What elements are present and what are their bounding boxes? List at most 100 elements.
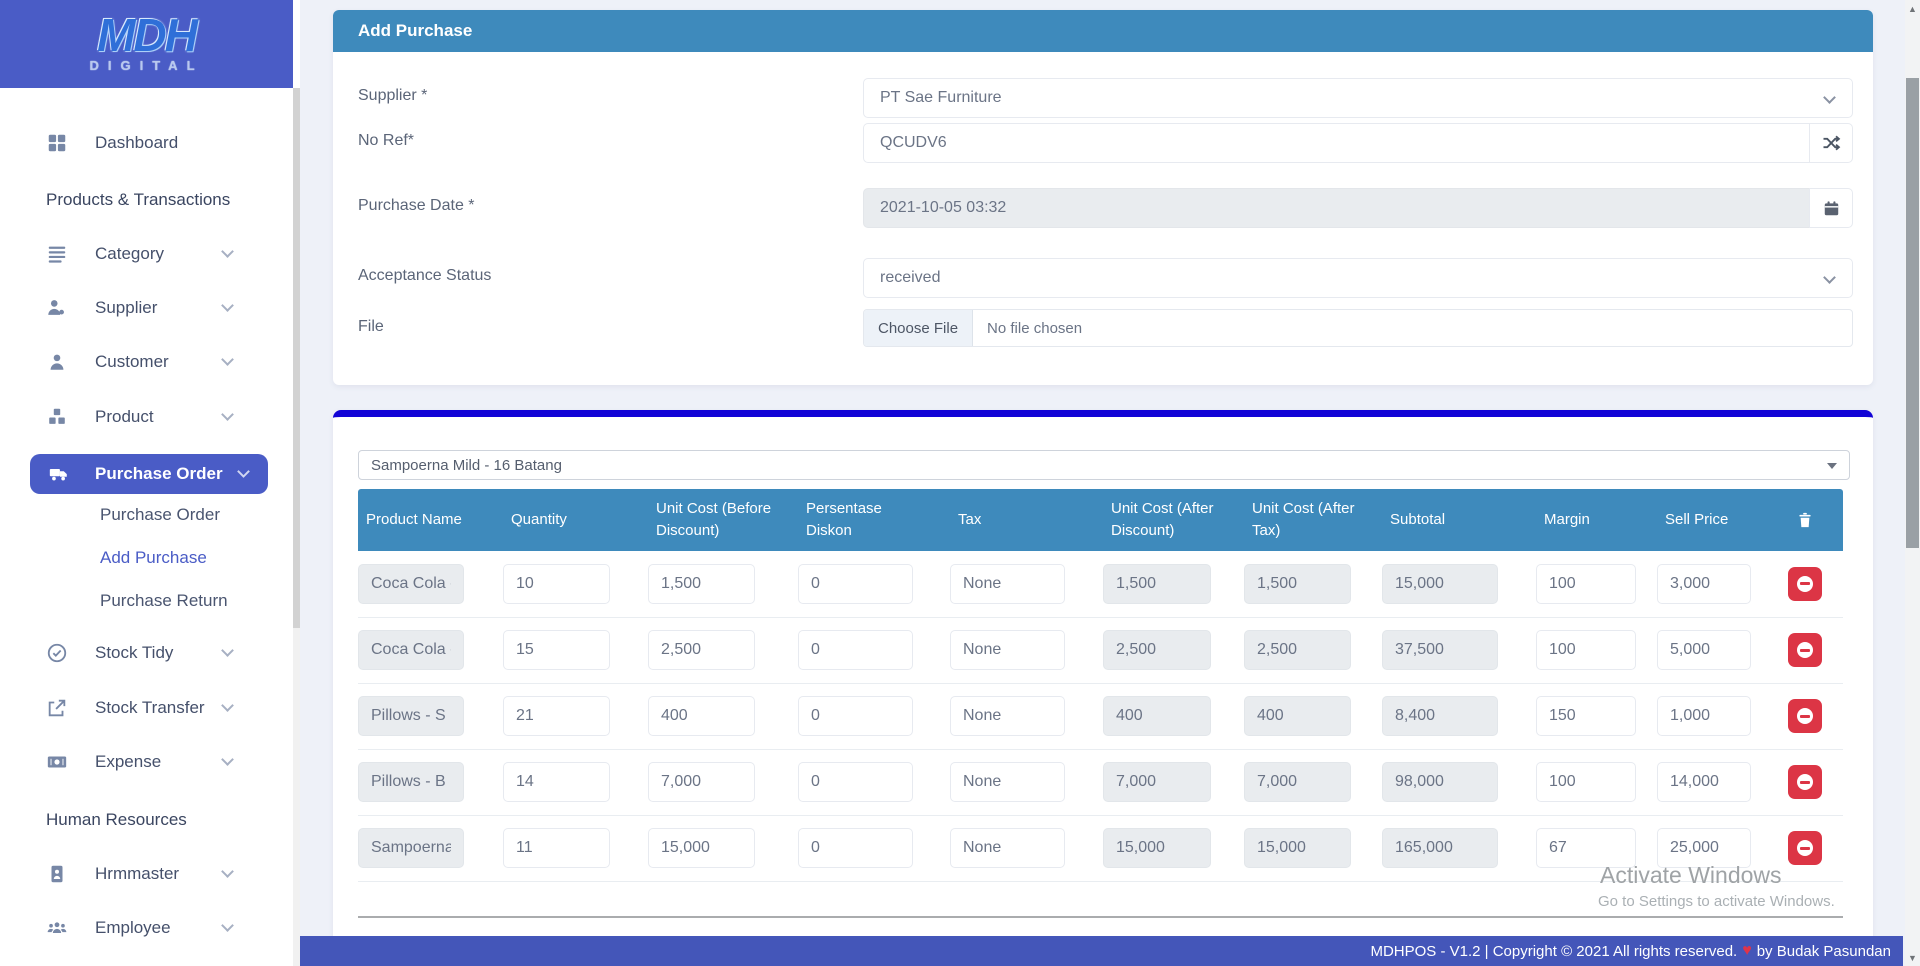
subtotal-input[interactable] [1382, 564, 1498, 604]
table-row [358, 617, 1843, 683]
remove-row-button[interactable] [1788, 831, 1822, 865]
diskon-input[interactable] [798, 696, 913, 736]
margin-input[interactable] [1536, 564, 1636, 604]
file-status-text: No file chosen [973, 320, 1082, 337]
file-input[interactable]: Choose File No file chosen [863, 309, 1853, 347]
unit-cost-after-tax-input[interactable] [1244, 696, 1351, 736]
sidebar-item-hrmmaster[interactable]: Hrmmaster [0, 852, 290, 896]
purchase-date-label: Purchase Date * [358, 188, 863, 228]
heart-icon: ♥ [1742, 942, 1752, 960]
submenu-purchase-order[interactable]: Purchase Order [100, 497, 220, 533]
remove-row-button[interactable] [1788, 633, 1822, 667]
unit-cost-after-discount-input[interactable] [1103, 828, 1211, 868]
sidebar-label: Stock Transfer [95, 698, 205, 718]
brand-subtitle: DIGITAL [89, 58, 203, 73]
sidebar-item-stock-tidy[interactable]: Stock Tidy [0, 631, 290, 675]
sell-price-input[interactable] [1657, 564, 1751, 604]
tax-input[interactable] [950, 696, 1065, 736]
subtotal-input[interactable] [1382, 630, 1498, 670]
scroll-down-arrow[interactable]: ▼ [1905, 949, 1920, 966]
quantity-input[interactable] [503, 564, 610, 604]
product-name-input[interactable] [358, 630, 464, 670]
diskon-input[interactable] [798, 828, 913, 868]
subtotal-input[interactable] [1382, 762, 1498, 802]
table-header-row: Product Name Quantity Unit Cost (Before … [358, 489, 1843, 551]
sell-price-input[interactable] [1657, 762, 1751, 802]
calendar-button[interactable] [1809, 188, 1853, 228]
unit-cost-after-discount-input[interactable] [1103, 630, 1211, 670]
remove-row-button[interactable] [1788, 765, 1822, 799]
purchase-date-input[interactable] [863, 188, 1809, 228]
supplier-select[interactable]: PT Sae Furniture [863, 78, 1853, 118]
sidebar-label: Product [95, 407, 154, 427]
subtotal-input[interactable] [1382, 828, 1498, 868]
unit-cost-after-tax-input[interactable] [1244, 564, 1351, 604]
margin-input[interactable] [1536, 762, 1636, 802]
no-ref-input[interactable] [863, 123, 1809, 163]
unit-cost-before-input[interactable] [648, 696, 755, 736]
chevron-down-icon [221, 865, 234, 878]
acceptance-status-select[interactable]: received [863, 258, 1853, 298]
diskon-input[interactable] [798, 564, 913, 604]
acceptance-status-label: Acceptance Status [358, 258, 863, 298]
page-scrollbar-thumb[interactable] [1906, 78, 1919, 548]
page-scrollbar[interactable]: ▲ ▼ [1905, 0, 1920, 966]
sidebar-item-dashboard[interactable]: Dashboard [0, 121, 290, 165]
submenu-add-purchase[interactable]: Add Purchase [100, 540, 207, 576]
unit-cost-after-discount-input[interactable] [1103, 696, 1211, 736]
product-name-input[interactable] [358, 828, 464, 868]
brand-logo[interactable]: MDH DIGITAL [0, 0, 293, 88]
unit-cost-after-tax-input[interactable] [1244, 828, 1351, 868]
customer-person-icon [46, 351, 68, 373]
unit-cost-before-input[interactable] [648, 828, 755, 868]
remove-row-button[interactable] [1788, 699, 1822, 733]
product-name-input[interactable] [358, 762, 464, 802]
quantity-input[interactable] [503, 696, 610, 736]
choose-file-button[interactable]: Choose File [864, 310, 973, 346]
margin-input[interactable] [1536, 696, 1636, 736]
col-persentase-diskon: Persentase Diskon [798, 489, 950, 551]
quantity-input[interactable] [503, 630, 610, 670]
tax-input[interactable] [950, 630, 1065, 670]
sell-price-input[interactable] [1657, 696, 1751, 736]
sidebar-item-expense[interactable]: Expense [0, 740, 290, 784]
sidebar-item-employee[interactable]: Employee [0, 906, 290, 950]
chevron-down-icon [221, 353, 234, 366]
sell-price-input[interactable] [1657, 630, 1751, 670]
remove-row-button[interactable] [1788, 567, 1822, 601]
margin-input[interactable] [1536, 630, 1636, 670]
subtotal-input[interactable] [1382, 696, 1498, 736]
sidebar-item-customer[interactable]: Customer [0, 340, 290, 384]
sidebar-item-supplier[interactable]: Supplier [0, 286, 290, 330]
unit-cost-before-input[interactable] [648, 630, 755, 670]
tax-input[interactable] [950, 762, 1065, 802]
col-sell-price: Sell Price [1657, 489, 1788, 551]
tax-input[interactable] [950, 564, 1065, 604]
sidebar-label: Hrmmaster [95, 864, 179, 884]
minus-circle-icon [1797, 774, 1813, 790]
quantity-input[interactable] [503, 828, 610, 868]
diskon-input[interactable] [798, 762, 913, 802]
unit-cost-after-tax-input[interactable] [1244, 762, 1351, 802]
main-content: Add Purchase Supplier * PT Sae Furniture… [300, 0, 1905, 966]
calendar-icon [1822, 199, 1841, 218]
scroll-up-arrow[interactable]: ▲ [1905, 0, 1920, 17]
sidebar-item-stock-transfer[interactable]: Stock Transfer [0, 686, 290, 730]
sidebar-item-purchase-order[interactable]: Purchase Order [30, 454, 268, 494]
unit-cost-after-discount-input[interactable] [1103, 564, 1211, 604]
diskon-input[interactable] [798, 630, 913, 670]
unit-cost-after-tax-input[interactable] [1244, 630, 1351, 670]
product-name-input[interactable] [358, 564, 464, 604]
unit-cost-before-input[interactable] [648, 762, 755, 802]
sidebar-item-category[interactable]: Category [0, 232, 290, 276]
sidebar-item-product[interactable]: Product [0, 395, 290, 439]
submenu-purchase-return[interactable]: Purchase Return [100, 583, 228, 619]
quantity-input[interactable] [503, 762, 610, 802]
unit-cost-after-discount-input[interactable] [1103, 762, 1211, 802]
product-name-input[interactable] [358, 696, 464, 736]
product-search-select[interactable]: Sampoerna Mild - 16 Batang [358, 450, 1850, 480]
tax-input[interactable] [950, 828, 1065, 868]
sidebar-scrollbar-thumb[interactable] [293, 88, 300, 628]
unit-cost-before-input[interactable] [648, 564, 755, 604]
generate-ref-button[interactable] [1809, 123, 1853, 163]
